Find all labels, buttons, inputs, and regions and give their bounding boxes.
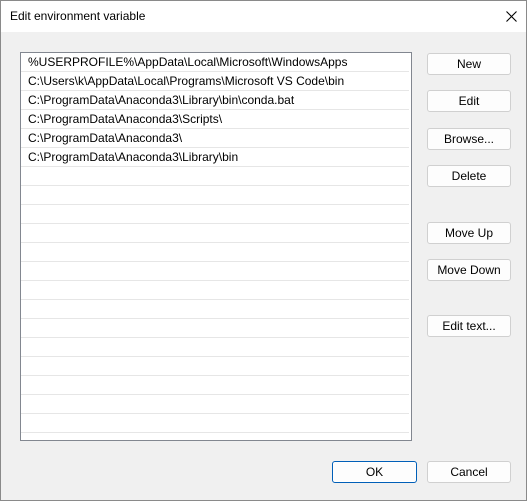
- edit-environment-variable-dialog: Edit environment variable %USERPROFILE%\…: [0, 0, 527, 501]
- delete-button[interactable]: Delete: [427, 165, 511, 187]
- path-list-empty-row[interactable]: [21, 205, 409, 224]
- dialog-title: Edit environment variable: [10, 9, 146, 23]
- path-list-empty-row[interactable]: [21, 262, 409, 281]
- browse-button[interactable]: Browse...: [427, 128, 511, 150]
- new-button[interactable]: New: [427, 53, 511, 75]
- path-list-empty-row[interactable]: [21, 319, 409, 338]
- path-list-item[interactable]: C:\ProgramData\Anaconda3\Scripts\: [21, 110, 409, 129]
- path-list-item[interactable]: C:\ProgramData\Anaconda3\: [21, 129, 409, 148]
- path-list-empty-row[interactable]: [21, 186, 409, 205]
- path-list-item-label: C:\ProgramData\Anaconda3\Scripts\: [28, 112, 223, 126]
- edit-button[interactable]: Edit: [427, 90, 511, 112]
- path-list-empty-row[interactable]: [21, 300, 409, 319]
- path-list-empty-row[interactable]: [21, 414, 409, 433]
- close-button[interactable]: [497, 2, 526, 31]
- move-up-button[interactable]: Move Up: [427, 222, 511, 244]
- close-icon: [506, 11, 517, 22]
- path-list-empty-row[interactable]: [21, 224, 409, 243]
- cancel-button[interactable]: Cancel: [427, 461, 511, 483]
- path-list-empty-row[interactable]: [21, 281, 409, 300]
- path-list-empty-row[interactable]: [21, 167, 409, 186]
- path-list-empty-row[interactable]: [21, 376, 409, 395]
- edit-text-button[interactable]: Edit text...: [427, 315, 511, 337]
- path-list-item-label: C:\ProgramData\Anaconda3\: [28, 131, 183, 145]
- path-list-item[interactable]: C:\ProgramData\Anaconda3\Library\bin\con…: [21, 91, 409, 110]
- path-list-item-label: C:\ProgramData\Anaconda3\Library\bin\con…: [28, 93, 295, 107]
- path-list-item-label: C:\Users\k\AppData\Local\Programs\Micros…: [28, 74, 345, 88]
- path-list[interactable]: %USERPROFILE%\AppData\Local\Microsoft\Wi…: [20, 52, 412, 441]
- move-down-button[interactable]: Move Down: [427, 259, 511, 281]
- path-list-item-label: %USERPROFILE%\AppData\Local\Microsoft\Wi…: [28, 55, 348, 69]
- title-bar: Edit environment variable: [1, 1, 526, 32]
- path-list-item[interactable]: C:\Users\k\AppData\Local\Programs\Micros…: [21, 72, 409, 91]
- path-list-empty-row[interactable]: [21, 243, 409, 262]
- path-list-empty-row[interactable]: [21, 357, 409, 376]
- path-list-item[interactable]: %USERPROFILE%\AppData\Local\Microsoft\Wi…: [21, 53, 409, 72]
- path-list-item-label: C:\ProgramData\Anaconda3\Library\bin: [28, 150, 239, 164]
- path-list-item[interactable]: C:\ProgramData\Anaconda3\Library\bin: [21, 148, 409, 167]
- path-list-empty-row[interactable]: [21, 395, 409, 414]
- path-list-empty-row[interactable]: [21, 433, 409, 440]
- path-list-empty-row[interactable]: [21, 338, 409, 357]
- ok-button[interactable]: OK: [332, 461, 417, 483]
